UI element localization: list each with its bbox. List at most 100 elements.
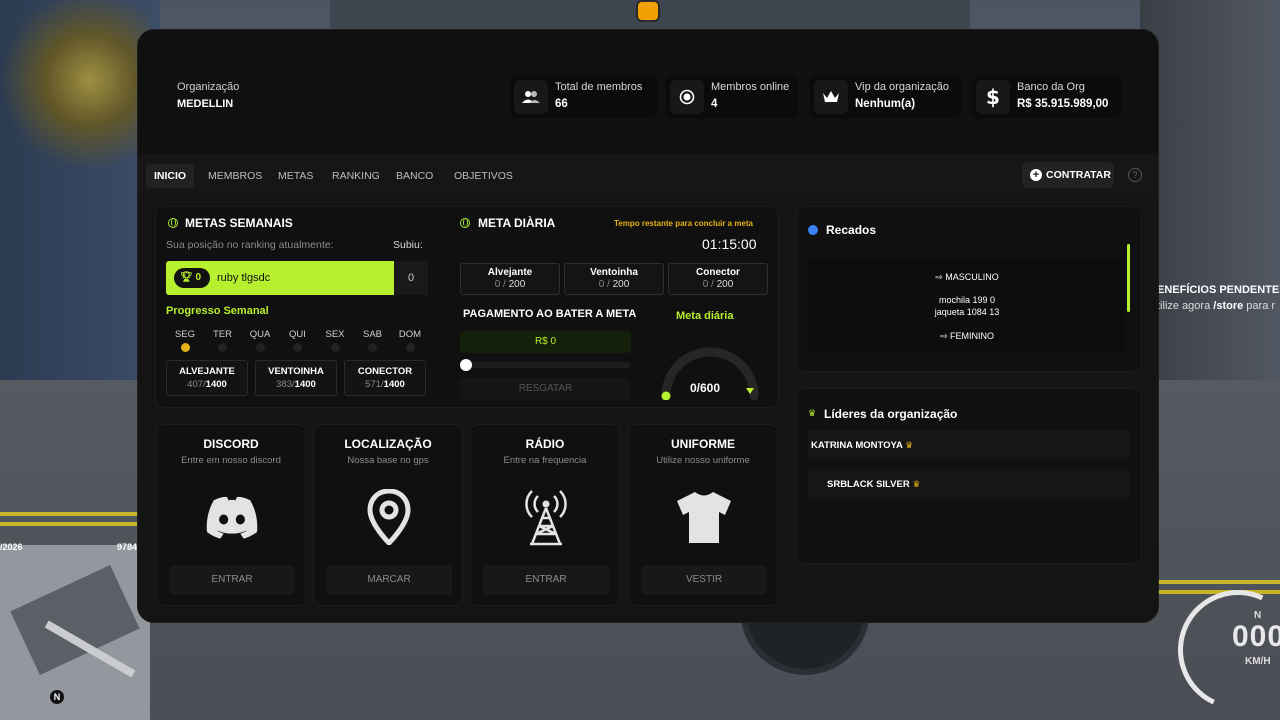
resgatar-button[interactable]: RESGATAR <box>460 378 631 400</box>
weekday-dot <box>255 343 265 352</box>
card-radio: RÁDIO Entre na frequencia ENTRAR <box>470 424 620 606</box>
weekly-item-alvejante: ALVEJANTE 407/1400 <box>166 360 248 396</box>
discord-entrar-button[interactable]: ENTRAR <box>169 565 295 595</box>
tab-membros[interactable]: MEMBROS <box>200 164 270 188</box>
tempo-restante-label: Tempo restante para concluir a meta <box>614 219 754 228</box>
weekly-current: 383 <box>276 379 293 390</box>
daily-current: 0 <box>494 279 501 290</box>
help-icon[interactable]: ? <box>1128 168 1142 182</box>
stat-label: Membros online <box>711 81 790 93</box>
crown-icon <box>814 80 848 114</box>
card-title: RÁDIO <box>525 437 565 451</box>
panel-header: Organização MEDELLIN Total de membros 66… <box>138 30 1158 154</box>
minimap <box>0 545 150 720</box>
card-title: UNIFORME <box>671 437 735 451</box>
notice-title: ENEFÍCIOS PENDENTES! <box>1157 284 1280 296</box>
weekday-label: SAB <box>362 329 382 340</box>
subiu-value: 0 <box>394 261 428 295</box>
daily-current: 0 <box>702 279 709 290</box>
crown-icon: ♛ <box>912 479 921 489</box>
card-uniforme: UNIFORME Utilize nosso uniforme VESTIR <box>628 424 778 606</box>
metas-semanais-title: METAS SEMANAIS <box>185 216 293 230</box>
recados-dot-icon <box>808 225 818 235</box>
ranking-subtitle: Sua posição no ranking atualmente: <box>166 239 334 251</box>
gauge-value: 0/600 <box>690 381 721 395</box>
weekly-goal: 1400 <box>205 379 227 390</box>
stat-label: Banco da Org <box>1017 81 1085 93</box>
contratar-button[interactable]: + CONTRATAR <box>1022 162 1114 188</box>
minimap-compass: N <box>50 690 64 704</box>
weekly-item-label: CONECTOR <box>357 366 413 377</box>
weekly-goal: 1400 <box>294 379 316 390</box>
card-title: LOCALIZAÇÃO <box>344 437 432 451</box>
weekly-item-label: VENTOINHA <box>268 366 324 377</box>
tab-banco[interactable]: BANCO <box>388 164 441 188</box>
location-pin-icon <box>359 487 419 547</box>
lane-marking <box>0 512 140 516</box>
org-name: MEDELLIN <box>177 98 234 110</box>
meta-diaria-title: META DIÀRIA <box>478 216 556 230</box>
globe-icon <box>460 218 470 228</box>
daily-item-label: Conector <box>696 267 740 278</box>
weekday-label: SEG <box>174 329 196 340</box>
weekly-current: 571 <box>365 379 382 390</box>
localizacao-marcar-button[interactable]: MARCAR <box>326 565 452 595</box>
daily-item-label: Ventoinha <box>590 267 638 278</box>
weekday-dot <box>293 343 302 352</box>
recados-title: Recados <box>826 223 877 237</box>
recado-line: jaqueta 1084 13 <box>934 307 1000 317</box>
recados-content: ⇨ MASCULINO mochila 199 0 jaqueta 1084 1… <box>808 258 1126 352</box>
weekly-item-conector: CONECTOR 571/1400 <box>344 360 426 396</box>
card-subtitle: Entre na frequencia <box>503 455 587 466</box>
tab-metas[interactable]: METAS <box>270 164 321 188</box>
speed-unit: KM/H <box>1245 656 1271 667</box>
tab-inicio[interactable]: INICIO <box>146 164 195 188</box>
weekly-item-progress: 407/1400 <box>187 379 227 390</box>
radio-entrar-button[interactable]: ENTRAR <box>483 565 609 595</box>
trophy-icon: 🏆︎ <box>180 272 193 283</box>
stat-label: Vip da organização <box>855 81 949 93</box>
weekday-dot <box>330 343 340 352</box>
stat-value: 4 <box>711 98 718 110</box>
card-discord: DISCORD Entre em nosso discord ENTRAR <box>156 424 306 606</box>
recado-line: ⇨ FEMININO <box>939 331 995 341</box>
weekly-current: 407 <box>187 379 204 390</box>
payment-slider-knob[interactable] <box>460 359 472 371</box>
tab-objetivos[interactable]: OBJETIVOS <box>446 164 521 188</box>
payment-slider-track[interactable] <box>460 359 631 371</box>
daily-item-progress: 0 / 200 <box>598 279 630 290</box>
tab-bar: INICIO MEMBROS METAS RANKING BANCO OBJET… <box>138 154 1158 198</box>
daily-item-label: Alvejante <box>487 267 533 278</box>
leader-name: KATRINA MONTOYA <box>811 440 903 451</box>
weekly-goal: 1400 <box>383 379 405 390</box>
store-notice: ENEFÍCIOS PENDENTES! tilize agora /store… <box>1157 282 1280 314</box>
radio-tower-icon <box>516 487 576 547</box>
weekly-item-progress: 383/1400 <box>276 379 316 390</box>
crown-icon: ♛ <box>905 440 914 450</box>
contratar-label: CONTRATAR <box>1046 169 1111 181</box>
stat-members-online: Membros online 4 <box>666 76 798 118</box>
weekday-label: SEX <box>325 329 345 340</box>
stat-value: R$ 35.915.989,00 <box>1017 98 1109 110</box>
card-localizacao: LOCALIZAÇÃO Nossa base no gps MARCAR <box>313 424 463 606</box>
notice-subtitle: tilize agora /store para r <box>1157 298 1280 314</box>
recados-scrollbar[interactable] <box>1127 244 1130 312</box>
rank-position: 0 <box>195 272 202 283</box>
daily-item-ventoinha: Ventoinha 0 / 200 <box>564 263 664 295</box>
daily-item-progress: 0 / 200 <box>702 279 734 290</box>
tab-ranking[interactable]: RANKING <box>324 164 388 188</box>
ranking-bar: 🏆︎ 0 ruby tlgsdc 0 <box>166 261 428 295</box>
daily-current: 0 <box>598 279 605 290</box>
minimap-road <box>10 565 140 675</box>
online-dot-icon <box>670 80 704 114</box>
uniforme-vestir-button[interactable]: VESTIR <box>641 565 767 595</box>
subiu-label: Subiu: <box>393 239 423 251</box>
stat-vip: Vip da organização Nenhum(a) <box>810 76 962 118</box>
rank-player-name: ruby tlgsdc <box>217 272 271 284</box>
recado-line: mochila 199 0 <box>938 295 996 305</box>
daily-item-alvejante: Alvejante 0 / 200 <box>460 263 560 295</box>
weekday-label: QUI <box>289 329 306 340</box>
daily-goal: 200 <box>612 279 630 290</box>
weekday-label: DOM <box>398 329 422 340</box>
weekly-item-progress: 571/1400 <box>365 379 405 390</box>
